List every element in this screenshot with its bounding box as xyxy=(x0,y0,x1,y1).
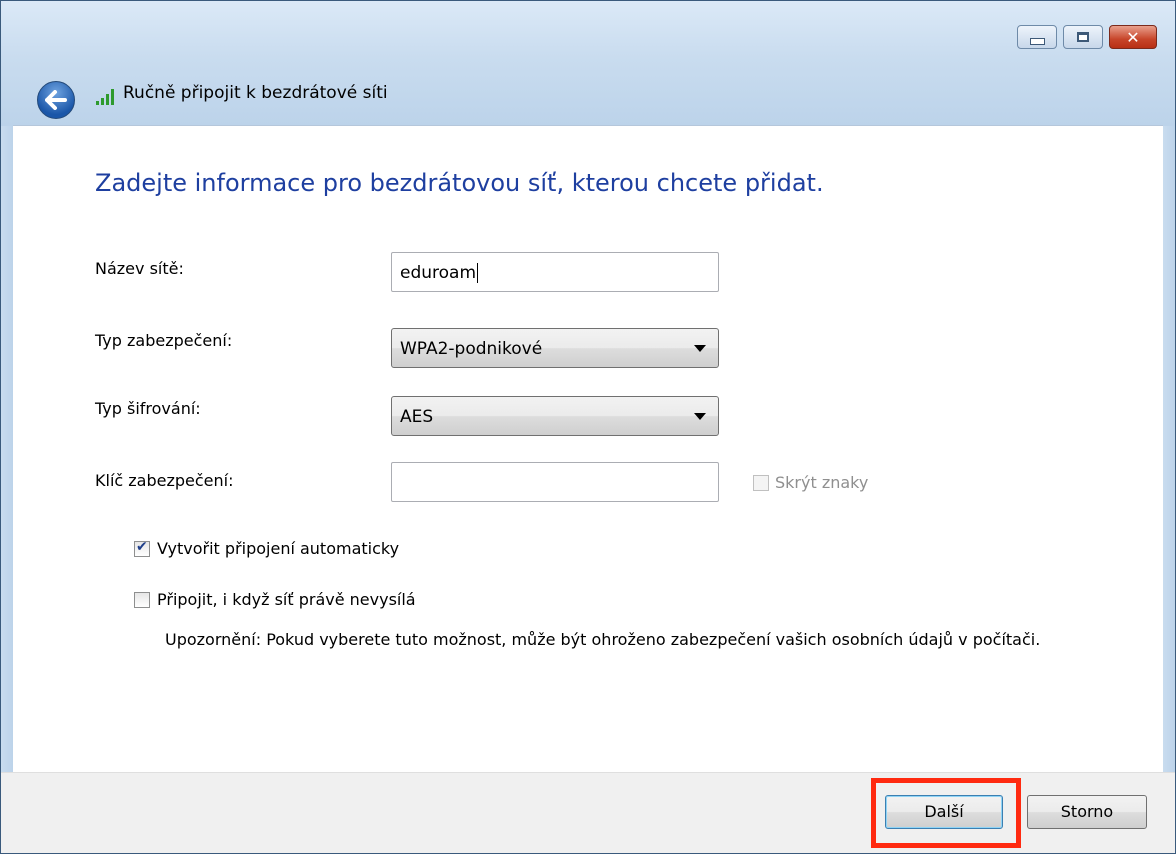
maximize-icon xyxy=(1077,32,1089,42)
cancel-button[interactable]: Storno xyxy=(1027,795,1147,829)
encryption-type-select[interactable]: AES xyxy=(391,396,719,436)
hide-chars-label: Skrýt znaky xyxy=(775,473,869,492)
network-name-value: eduroam xyxy=(400,263,477,283)
highlight-box xyxy=(871,778,1021,848)
back-arrow-icon xyxy=(45,90,67,110)
wireless-signal-icon xyxy=(96,89,114,105)
privacy-warning: Upozornění: Pokud vyberete tuto možnost,… xyxy=(165,630,1041,649)
wizard-window: ✕ Ručně připojit k bezdrátové síti Zadej… xyxy=(0,0,1176,854)
window-title: Ručně připojit k bezdrátové síti xyxy=(123,83,388,103)
maximize-button[interactable] xyxy=(1063,25,1103,49)
connect-not-broadcasting-checkbox[interactable] xyxy=(134,592,150,608)
security-key-label: Klíč zabezpečení: xyxy=(95,471,234,490)
security-key-input[interactable] xyxy=(391,462,719,502)
network-name-label: Název sítě: xyxy=(95,259,184,278)
security-type-label: Typ zabezpečení: xyxy=(95,331,233,350)
window-frame-right xyxy=(1163,126,1175,773)
window-frame-left xyxy=(1,126,13,773)
wizard-content xyxy=(13,125,1163,774)
auto-connect-checkbox[interactable] xyxy=(134,539,150,557)
window-controls: ✕ xyxy=(1011,25,1157,49)
page-heading: Zadejte informace pro bezdrátovou síť, k… xyxy=(95,169,824,197)
security-type-value: WPA2-podnikové xyxy=(400,339,543,359)
dropdown-arrow-icon xyxy=(694,345,706,352)
dropdown-arrow-icon xyxy=(694,413,706,420)
hide-chars-checkbox[interactable] xyxy=(753,475,769,491)
close-button[interactable]: ✕ xyxy=(1109,25,1157,49)
encryption-type-value: AES xyxy=(400,407,434,427)
back-button[interactable] xyxy=(37,81,75,119)
auto-connect-label[interactable]: Vytvořit připojení automaticky xyxy=(157,539,399,558)
security-type-select[interactable]: WPA2-podnikové xyxy=(391,328,719,368)
minimize-icon xyxy=(1029,37,1045,45)
close-icon: ✕ xyxy=(1126,27,1140,47)
network-name-input[interactable]: eduroam xyxy=(391,252,719,292)
encryption-type-label: Typ šifrování: xyxy=(95,399,201,418)
minimize-button[interactable] xyxy=(1017,25,1057,49)
title-bar: ✕ Ručně připojit k bezdrátové síti xyxy=(1,1,1175,126)
text-caret xyxy=(477,263,479,283)
connect-not-broadcasting-label[interactable]: Připojit, i když síť právě nevysílá xyxy=(157,590,416,609)
